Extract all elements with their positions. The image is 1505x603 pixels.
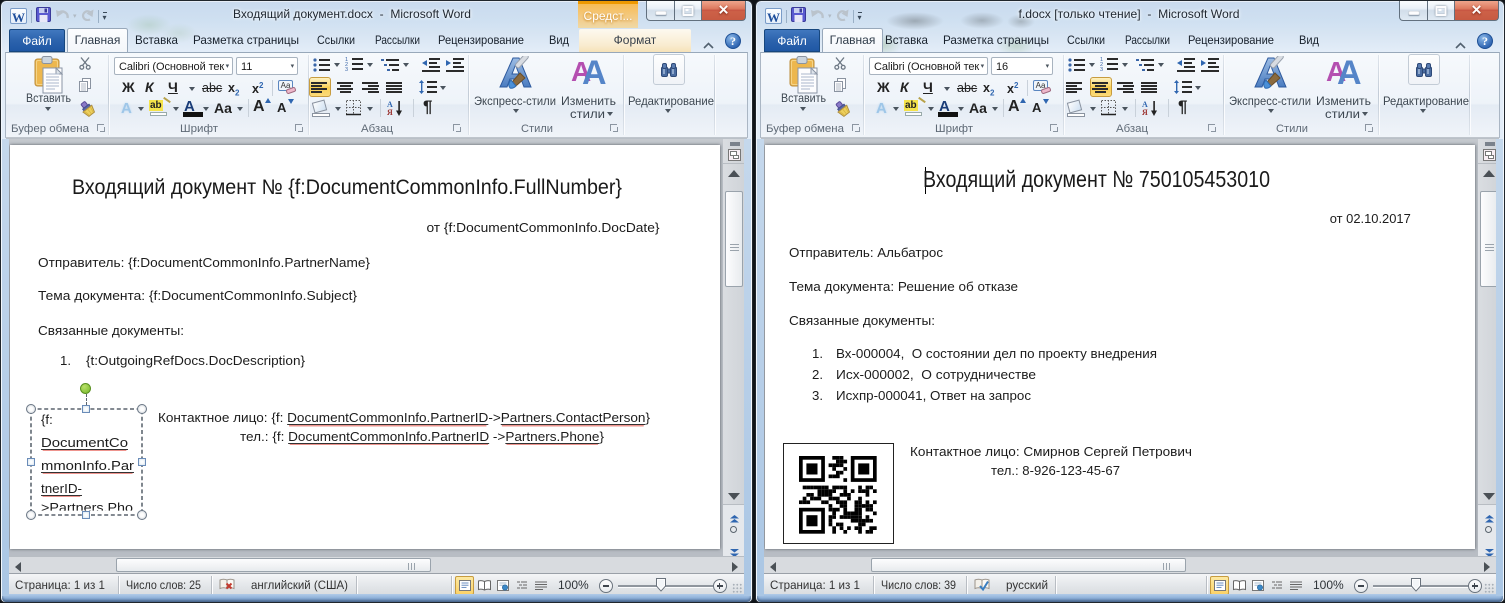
svg-text:3: 3 <box>345 67 348 72</box>
svg-text:3: 3 <box>1100 67 1103 72</box>
svg-text:Я: Я <box>387 108 393 116</box>
svg-text:Я: Я <box>1142 108 1148 116</box>
